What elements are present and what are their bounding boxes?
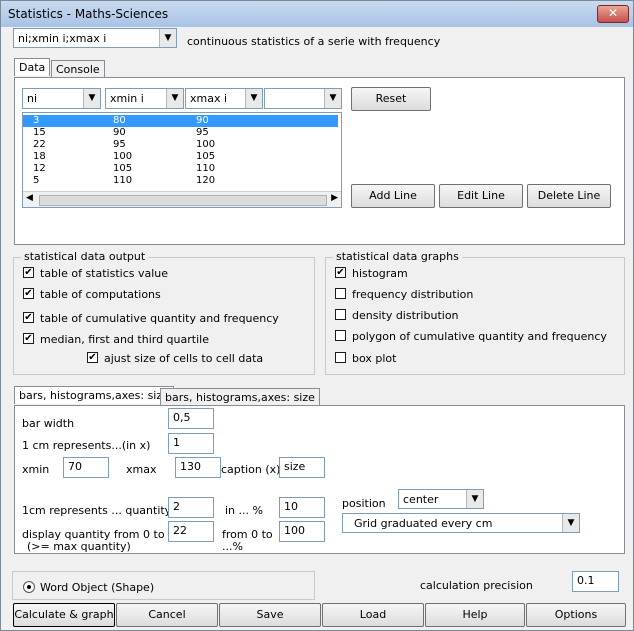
graph-checkbox-2[interactable] xyxy=(335,288,346,299)
table-row[interactable]: 12 105 110 xyxy=(23,163,338,175)
close-icon[interactable]: ✕ xyxy=(597,5,629,23)
title-bar: Statistics - Maths-Sciences ✕ xyxy=(1,1,633,27)
chevron-down-icon: ▼ xyxy=(324,89,341,108)
edit-line-button[interactable]: Edit Line xyxy=(439,184,523,208)
table-row[interactable]: 15 90 95 xyxy=(23,127,338,139)
precision-label: calculation precision xyxy=(420,579,533,592)
chevron-down-icon: ▼ xyxy=(562,514,579,532)
output-label-4: median, first and third quartile xyxy=(40,333,209,346)
output-checkbox-3[interactable]: ✔ xyxy=(23,312,34,323)
word-object-label: Word Object (Shape) xyxy=(40,581,155,594)
output-checkbox-1[interactable]: ✔ xyxy=(23,267,34,278)
window-title: Statistics - Maths-Sciences xyxy=(8,7,169,21)
output-checkbox-2[interactable]: ✔ xyxy=(23,288,34,299)
graph-label-5: box plot xyxy=(352,352,397,365)
grid-value: Grid graduated every cm xyxy=(354,517,493,530)
chevron-down-icon: ▼ xyxy=(245,89,262,108)
scroll-right-icon[interactable]: ▶ xyxy=(331,193,338,203)
chevron-down-icon: ▼ xyxy=(466,490,483,508)
graph-checkbox-5[interactable] xyxy=(335,352,346,363)
output-label-2: table of computations xyxy=(40,288,161,301)
cancel-button[interactable]: Cancel xyxy=(116,603,218,627)
output-label-3: table of cumulative quantity and frequen… xyxy=(40,312,279,325)
output-checkbox-4[interactable]: ✔ xyxy=(23,333,34,344)
load-button[interactable]: Load xyxy=(322,603,424,627)
table-row[interactable]: 22 95 100 xyxy=(23,139,338,151)
column-select-3[interactable]: xmax i ▼ xyxy=(185,88,263,109)
reset-button[interactable]: Reset xyxy=(351,87,431,111)
options-button[interactable]: Options xyxy=(526,603,626,627)
graphs-group-title: statistical data graphs xyxy=(333,250,462,263)
from-zero-sub: ...% xyxy=(222,540,243,553)
mode-description: continuous statistics of a serie with fr… xyxy=(187,35,441,48)
grid-select[interactable]: Grid graduated every cm ▼ xyxy=(342,513,580,533)
tab-bars-1[interactable]: bars, histograms,axes: size xyxy=(14,386,174,404)
xmin-field[interactable]: 70 xyxy=(63,457,109,478)
tab-console[interactable]: Console xyxy=(51,60,105,78)
save-button[interactable]: Save xyxy=(219,603,321,627)
output-checkbox-5[interactable]: ✔ xyxy=(87,352,98,363)
mode-select[interactable]: ni;xmin i;xmax i ▼ xyxy=(13,28,177,48)
chevron-down-icon: ▼ xyxy=(159,29,176,47)
table-row[interactable]: 18 100 105 xyxy=(23,151,338,163)
caption-label: caption (x) xyxy=(221,463,281,476)
output-group-title: statistical data output xyxy=(21,250,149,263)
tab-bars-2[interactable]: bars, histograms,axes: size xyxy=(160,388,320,406)
xmin-label: xmin xyxy=(22,463,50,476)
cm-quantity-field[interactable]: 2 xyxy=(168,497,214,518)
scroll-left-icon[interactable]: ◀ xyxy=(26,193,33,203)
from-zero-field[interactable]: 100 xyxy=(279,521,325,542)
main-window: Statistics - Maths-Sciences ✕ ni;xmin i;… xyxy=(0,0,634,631)
graph-label-1: histogram xyxy=(352,267,408,280)
column-1-label: ni xyxy=(27,92,38,105)
output-label-1: table of statistics value xyxy=(40,267,169,280)
bars-panel: bar width 0,5 1 cm represents...(in x) 1… xyxy=(14,405,625,554)
mode-select-value: ni;xmin i;xmax i xyxy=(18,32,107,45)
display-quantity-sub: (>= max quantity) xyxy=(27,540,131,553)
data-panel: ni ▼ xmin i ▼ xmax i ▼ ▼ 3 80 90 15 90 95 22… xyxy=(14,77,625,245)
horizontal-scrollbar[interactable]: ◀ ▶ xyxy=(23,191,341,207)
xmax-field[interactable]: 130 xyxy=(175,457,221,478)
data-list[interactable]: 3 80 90 15 90 95 22 95 100 18 100 105 12 105 110 5… xyxy=(22,112,342,208)
column-2-label: xmin i xyxy=(110,92,144,105)
xmax-label: xmax xyxy=(126,463,157,476)
in-percent-label: in ... % xyxy=(225,504,263,517)
bar-width-field[interactable]: 0,5 xyxy=(168,408,214,429)
output-label-5: ajust size of cells to cell data xyxy=(104,352,264,365)
help-button[interactable]: Help xyxy=(425,603,525,627)
table-row[interactable]: 5 110 120 xyxy=(23,175,338,187)
position-label: position xyxy=(342,497,386,510)
position-value: center xyxy=(403,493,439,506)
column-select-4[interactable]: ▼ xyxy=(264,88,342,109)
in-percent-field[interactable]: 10 xyxy=(279,497,325,518)
graph-checkbox-1[interactable]: ✔ xyxy=(335,267,346,278)
graph-checkbox-3[interactable] xyxy=(335,309,346,320)
position-select[interactable]: center ▼ xyxy=(398,489,484,509)
table-row[interactable]: 3 80 90 xyxy=(23,115,338,127)
scroll-thumb[interactable] xyxy=(39,195,327,206)
column-select-1[interactable]: ni ▼ xyxy=(22,88,101,109)
display-quantity-field[interactable]: 22 xyxy=(168,521,214,542)
cm-quantity-label: 1cm represents ... quantity xyxy=(22,504,172,517)
graph-checkbox-4[interactable] xyxy=(335,330,346,341)
tab-data[interactable]: Data xyxy=(14,58,51,76)
caption-field[interactable]: size xyxy=(279,457,325,478)
delete-line-button[interactable]: Delete Line xyxy=(527,184,611,208)
add-line-button[interactable]: Add Line xyxy=(351,184,435,208)
graph-label-2: frequency distribution xyxy=(352,288,474,301)
column-select-2[interactable]: xmin i ▼ xyxy=(105,88,184,109)
column-3-label: xmax i xyxy=(190,92,228,105)
precision-field[interactable]: 0.1 xyxy=(572,571,619,592)
calculate-button[interactable]: Calculate & graph xyxy=(13,603,115,627)
cm-x-field[interactable]: 1 xyxy=(168,433,214,454)
bar-width-label: bar width xyxy=(22,417,75,430)
word-object-radio[interactable] xyxy=(23,581,35,593)
radio-dot-icon xyxy=(27,585,31,589)
graph-label-3: density distribution xyxy=(352,309,459,322)
chevron-down-icon: ▼ xyxy=(166,89,183,108)
cm-x-label: 1 cm represents...(in x) xyxy=(22,439,151,452)
graph-label-4: polygon of cumulative quantity and frequ… xyxy=(352,330,607,343)
chevron-down-icon: ▼ xyxy=(83,89,100,108)
